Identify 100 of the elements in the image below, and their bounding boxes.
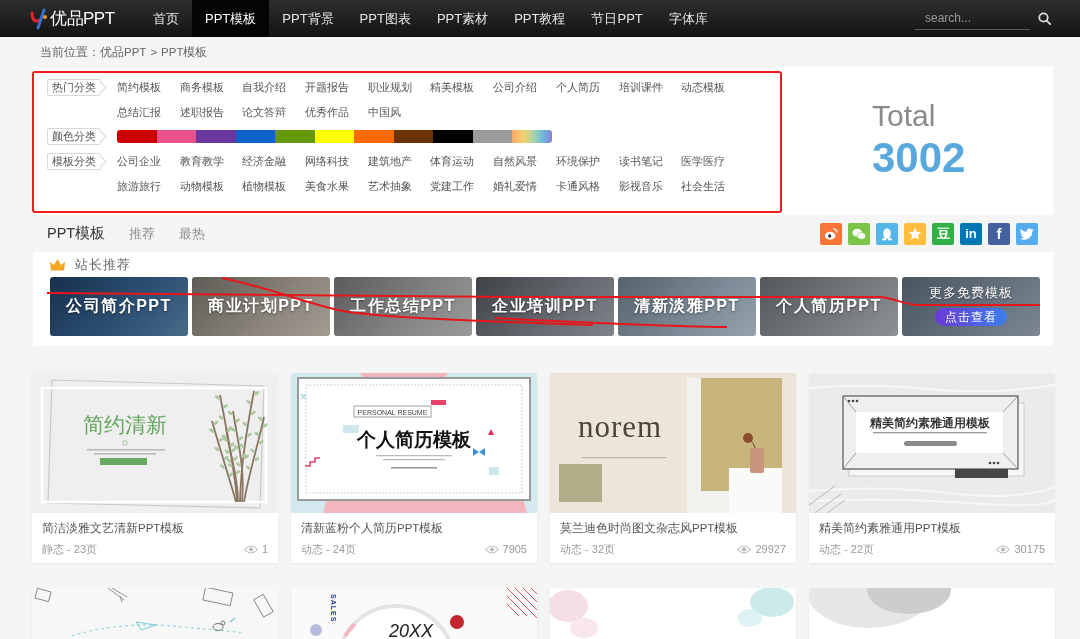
featured-tile[interactable]: 更多免费模板 点击查看 (902, 277, 1040, 336)
category-link[interactable]: 培训课件 (618, 79, 663, 95)
label-bar-drawing (955, 469, 1008, 478)
category-label: 颜色分类 (47, 128, 106, 146)
category-link[interactable]: 体育运动 (430, 153, 475, 169)
category-link[interactable]: 中国风 (367, 104, 401, 120)
card-title[interactable]: 清新蓝粉个人简历PPT模板 (301, 520, 527, 536)
swatch-icon[interactable] (512, 130, 552, 144)
view-count: 30175 (1014, 542, 1045, 557)
featured-tile[interactable]: 企业培训PPT (476, 277, 614, 336)
search-icon[interactable] (1038, 12, 1051, 25)
category-link[interactable]: 环境保护 (555, 153, 600, 169)
swatch-icon[interactable] (393, 130, 433, 144)
featured-tile[interactable]: 个人简历PPT (760, 277, 898, 336)
logo-text[interactable]: 优品PPT (50, 7, 115, 30)
nav-item[interactable]: PPT背景 (269, 0, 347, 37)
category-link[interactable]: 公司企业 (117, 153, 161, 169)
slide-thumbnail[interactable]: norem (550, 373, 796, 513)
featured-tile[interactable]: 清新淡雅PPT (618, 277, 756, 336)
breadcrumb-separator: > (150, 46, 158, 58)
category-link[interactable]: 简约模板 (117, 79, 161, 95)
category-link[interactable]: 旅游旅行 (117, 178, 161, 194)
slide-thumbnail[interactable] (550, 588, 796, 639)
swatch-icon[interactable] (433, 130, 473, 144)
view-count: 7905 (502, 542, 527, 557)
category-link[interactable]: 自然风景 (493, 153, 538, 169)
breadcrumb-link[interactable]: PPT模板 (161, 44, 208, 60)
category-link[interactable]: 卡通风格 (555, 178, 600, 194)
template-card[interactable]: 简约清新 简洁淡雅文艺清新PPT模板 静态 - 23页 1 (32, 373, 278, 563)
nav-item[interactable]: 首页 (140, 0, 192, 37)
featured-tile[interactable]: 公司简介PPT (50, 277, 188, 336)
featured-tile[interactable]: 工作总结PPT (334, 277, 472, 336)
swatch-icon[interactable] (472, 130, 512, 144)
view-button[interactable]: 点击查看 (935, 307, 1007, 326)
breadcrumb-label: 当前位置： (40, 44, 100, 60)
share-button[interactable]: in (960, 222, 982, 245)
category-link[interactable]: 婚礼爱情 (493, 178, 538, 194)
category-link[interactable]: 教育教学 (179, 153, 224, 169)
category-link[interactable]: 优秀作品 (305, 104, 350, 120)
category-link[interactable]: 个人简历 (555, 79, 600, 95)
category-link[interactable]: 精美模板 (430, 79, 475, 95)
chat-bubbles-icon (852, 226, 866, 241)
category-link[interactable]: 影视音乐 (618, 178, 663, 194)
share-button[interactable] (820, 222, 842, 245)
category-link[interactable]: 论文答辩 (242, 104, 287, 120)
slide-thumbnail[interactable] (809, 588, 1055, 639)
category-link[interactable]: 植物模板 (242, 178, 287, 194)
category-link[interactable]: 读书笔记 (618, 153, 663, 169)
category-link[interactable]: 经济金融 (242, 153, 287, 169)
share-button[interactable]: f (988, 222, 1010, 245)
star-icon (908, 226, 922, 241)
nav-item[interactable]: PPT素材 (423, 0, 502, 37)
share-button[interactable] (1016, 222, 1038, 245)
card-title[interactable]: 精美简约素雅通用PPT模板 (819, 520, 1045, 536)
search-field[interactable]: search... (915, 7, 1030, 30)
category-link[interactable]: 医学医疗 (681, 153, 726, 169)
breadcrumb-link[interactable]: 优品PPT (100, 44, 147, 60)
view-count: 29927 (755, 542, 786, 557)
bird-icon (1020, 226, 1034, 241)
swatch-icon[interactable] (117, 130, 157, 144)
category-link[interactable]: 网络科技 (305, 153, 350, 169)
category-link[interactable]: 述职报告 (179, 104, 224, 120)
category-link[interactable]: 公司介绍 (493, 79, 538, 95)
swatch-icon[interactable] (235, 130, 275, 144)
category-link[interactable]: 艺术抽象 (367, 178, 412, 194)
share-button[interactable] (848, 222, 870, 245)
nav-item[interactable]: PPT教程 (501, 0, 579, 37)
template-card[interactable]: 精美简约素雅通用模板 精美简约素雅通用PPT模板 动态 - 22页 30175 (809, 373, 1055, 563)
thumbnail-title: 20XX (389, 621, 434, 639)
category-link[interactable]: 党建工作 (430, 178, 475, 194)
logo-icon[interactable] (30, 7, 48, 30)
nav-item[interactable]: 节日PPT (578, 0, 656, 37)
category-link[interactable]: 美食水果 (305, 178, 350, 194)
nav-item[interactable]: PPT模板 (192, 0, 270, 37)
slide-thumbnail[interactable]: 精美简约素雅通用模板 (809, 373, 1055, 513)
tab[interactable]: PPT模板 (47, 224, 106, 243)
category-link[interactable]: 建筑地产 (367, 153, 412, 169)
category-link[interactable]: 总结汇报 (117, 104, 161, 120)
card-title[interactable]: 莫兰迪色时尚图文杂志风PPT模板 (560, 520, 786, 536)
swatch-icon[interactable] (314, 130, 354, 144)
card-title[interactable]: 简洁淡雅文艺清新PPT模板 (42, 520, 268, 536)
swatch-icon[interactable] (196, 130, 236, 144)
category-link[interactable]: 动态模板 (681, 79, 726, 95)
category-link[interactable]: 商务模板 (179, 79, 224, 95)
swatch-icon[interactable] (275, 130, 315, 144)
share-button[interactable] (876, 222, 898, 245)
template-card[interactable]: norem 莫兰迪色时尚图文杂志风PPT模板 动态 - 32页 29927 (550, 373, 796, 563)
swatch-icon[interactable] (156, 130, 196, 144)
category-link[interactable]: 动物模板 (179, 178, 224, 194)
thumbnail-title: 简约清新 (83, 413, 167, 436)
card-meta: 动态 - 24页 (301, 542, 356, 557)
category-link[interactable]: 社会生活 (681, 178, 726, 194)
tile-caption: 更多免费模板 (929, 285, 1013, 300)
nav-item[interactable]: 字体库 (655, 0, 721, 37)
nav-item[interactable]: PPT图表 (346, 0, 424, 37)
category-link[interactable]: 自我介绍 (242, 79, 287, 95)
category-link[interactable]: 职业规划 (367, 79, 412, 95)
category-link[interactable]: 开题报告 (305, 79, 350, 95)
swatch-icon[interactable] (354, 130, 394, 144)
featured-tile[interactable]: 商业计划PPT (192, 277, 330, 336)
